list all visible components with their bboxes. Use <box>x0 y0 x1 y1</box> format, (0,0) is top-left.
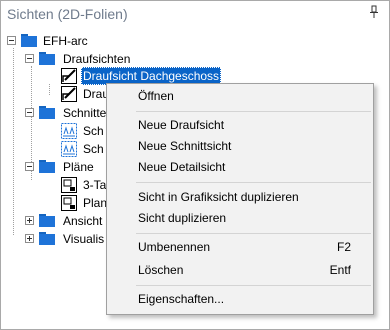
folder-icon <box>39 214 55 227</box>
tree-node-label: Sch <box>83 142 104 156</box>
expand-icon[interactable] <box>25 234 34 243</box>
menu-item-duplicate-to-graphic[interactable]: Sicht in Grafiksicht duplizieren <box>107 186 373 208</box>
menu-item-label: Neue Detailsicht <box>138 160 226 174</box>
tree-node-visualisierung[interactable]: Visualis <box>25 230 107 248</box>
section-view-icon <box>61 141 77 157</box>
menu-item-new-detailsicht[interactable]: Neue Detailsicht <box>107 156 373 178</box>
tree-node-label: Draufsichten <box>63 52 131 66</box>
tree-node-ansichten[interactable]: Ansicht <box>25 212 107 230</box>
menu-separator <box>136 182 371 183</box>
menu-item-new-draufsicht[interactable]: Neue Draufsicht <box>107 114 373 136</box>
tree-node-plan-1[interactable]: 3-Ta <box>61 176 107 194</box>
pin-icon[interactable] <box>367 5 381 21</box>
menu-item-label: Sicht in Grafiksicht duplizieren <box>138 190 299 204</box>
menu-separator <box>136 233 371 234</box>
tree-node-schnitte[interactable]: Schnitte <box>25 104 107 122</box>
folder-icon <box>39 160 55 173</box>
menu-item-delete[interactable]: Löschen Entf <box>107 259 373 281</box>
menu-item-label: Neue Schnittsicht <box>138 139 232 153</box>
tree-node-label: Ansicht <box>63 214 103 228</box>
menu-item-properties[interactable]: Eigenschaften... <box>107 288 373 310</box>
tree-node-label: EFH-arc <box>43 34 88 48</box>
expand-icon[interactable] <box>25 216 34 225</box>
tree-guide <box>49 84 50 95</box>
tree-guide <box>13 48 14 235</box>
tree-node-plan-2[interactable]: Plan <box>61 194 107 212</box>
folder-icon <box>39 106 55 119</box>
menu-separator <box>136 111 371 112</box>
collapse-icon[interactable] <box>7 36 16 45</box>
section-view-icon <box>61 123 77 139</box>
folder-icon <box>39 52 55 65</box>
sheet-icon <box>61 195 77 211</box>
menu-item-open[interactable]: Öffnen <box>107 85 373 107</box>
panel-titlebar: Sichten (2D-Folien) <box>1 1 389 27</box>
menu-item-label: Löschen <box>138 263 184 277</box>
menu-item-label: Umbenennen <box>138 240 211 254</box>
tree-node-schnitt-2[interactable]: Sch <box>61 140 107 158</box>
tree-node-label: Sch <box>83 124 104 138</box>
menu-item-label: Neue Draufsicht <box>138 118 225 132</box>
menu-item-label: Öffnen <box>138 89 174 103</box>
menu-item-duplicate[interactable]: Sicht duplizieren <box>107 207 373 229</box>
collapse-icon[interactable] <box>25 54 34 63</box>
menu-item-rename[interactable]: Umbenennen F2 <box>107 236 373 258</box>
menu-item-new-schnittsicht[interactable]: Neue Schnittsicht <box>107 135 373 157</box>
tree-node-label: Schnitte <box>63 106 107 120</box>
tree-node-draufsichten[interactable]: Draufsichten <box>25 50 225 68</box>
tree-node-root[interactable]: EFH-arc <box>7 32 207 50</box>
tree-node-label: 3-Ta <box>83 178 107 192</box>
tree-node-label: Pläne <box>63 160 94 174</box>
menu-item-shortcut: Entf <box>329 263 351 277</box>
panel-title: Sichten (2D-Folien) <box>7 6 128 22</box>
tree-node-schnitt-1[interactable]: Sch <box>61 122 107 140</box>
sheet-icon <box>61 177 77 193</box>
plan-view-icon <box>61 86 77 102</box>
tree-node-label: Plan <box>83 196 108 210</box>
menu-item-label: Sicht duplizieren <box>138 211 227 225</box>
menu-item-label: Eigenschaften... <box>138 292 225 306</box>
folder-icon <box>21 34 37 47</box>
menu-item-shortcut: F2 <box>336 240 351 254</box>
collapse-icon[interactable] <box>25 162 34 171</box>
tree-node-plaene[interactable]: Pläne <box>25 158 107 176</box>
collapse-icon[interactable] <box>25 108 34 117</box>
menu-separator <box>136 285 371 286</box>
folder-icon <box>39 232 55 245</box>
tree-node-label: Visualis <box>63 232 105 246</box>
context-menu: Öffnen Neue Draufsicht Neue Schnittsicht… <box>106 83 374 315</box>
plan-view-icon <box>61 68 77 84</box>
